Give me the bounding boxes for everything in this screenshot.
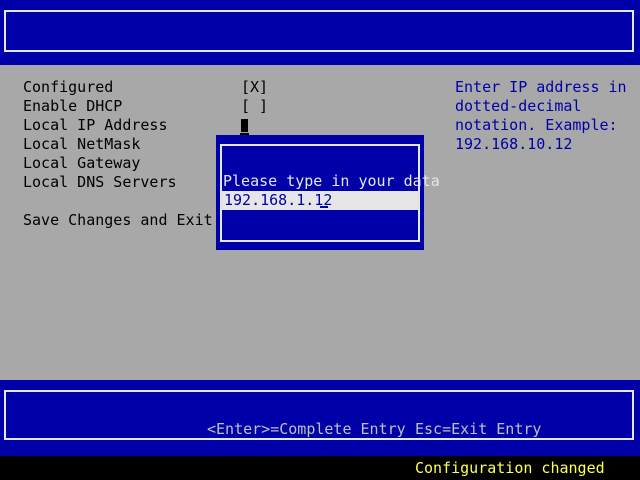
header-frame xyxy=(4,10,634,52)
field-cursor xyxy=(241,119,248,132)
menu-item-enable-dhcp[interactable]: Enable DHCP xyxy=(23,97,122,116)
menu-item-local-netmask[interactable]: Local NetMask xyxy=(23,135,140,154)
input-dialog: Please type in your data xyxy=(216,135,440,250)
menu-item-local-ip-address[interactable]: Local IP Address xyxy=(23,116,168,135)
help-line-2: dotted-decimal xyxy=(455,97,582,115)
esc-key-hint: Esc=Exit Entry xyxy=(415,420,542,438)
configured-checkbox[interactable]: [X] xyxy=(241,78,268,97)
help-line-3: notation. Example: xyxy=(455,116,618,134)
save-changes-and-exit-item[interactable]: Save Changes and Exit xyxy=(23,211,213,230)
dialog-prompt: Please type in your data xyxy=(223,172,440,190)
menu-item-configured[interactable]: Configured xyxy=(23,78,113,97)
status-bar: Configuration changed xyxy=(0,456,640,480)
footer-band: <Enter>=Complete Entry Esc=Exit Entry xyxy=(0,380,640,456)
header-band xyxy=(0,0,640,65)
enable-dhcp-checkbox[interactable]: [ ] xyxy=(241,97,268,116)
status-message: Configuration changed xyxy=(415,459,605,477)
help-line-4: 192.168.10.12 xyxy=(455,135,573,153)
enter-key-hint: <Enter>=Complete Entry xyxy=(207,420,406,438)
menu-item-local-dns-servers[interactable]: Local DNS Servers xyxy=(23,173,177,192)
menu-item-local-gateway[interactable]: Local Gateway xyxy=(23,154,140,173)
text-cursor xyxy=(320,206,328,208)
help-line-1: Enter IP address in xyxy=(455,78,627,96)
